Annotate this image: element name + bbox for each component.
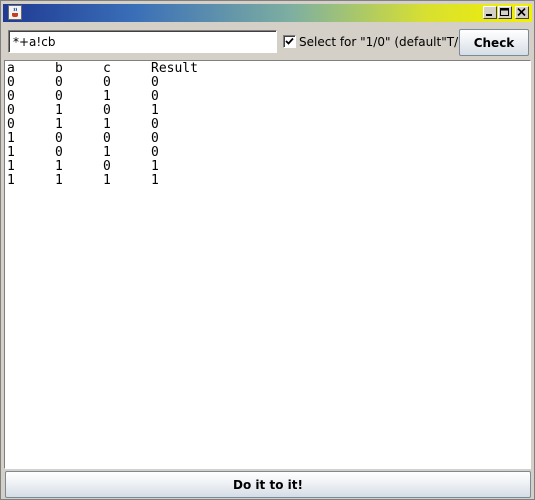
cell-result: 0 bbox=[151, 145, 159, 160]
cell-a: 1 bbox=[7, 131, 15, 146]
table-row: 0 0 0 0 bbox=[7, 76, 198, 90]
header-a: a bbox=[7, 61, 15, 76]
cell-a: 0 bbox=[7, 75, 15, 90]
table-row: 1 0 1 0 bbox=[7, 146, 198, 160]
cell-c: 0 bbox=[103, 159, 111, 174]
checkmark-icon bbox=[285, 37, 294, 45]
maximize-icon bbox=[500, 8, 509, 16]
cell-c: 1 bbox=[103, 145, 111, 160]
cell-c: 0 bbox=[103, 75, 111, 90]
cell-result: 0 bbox=[151, 89, 159, 104]
table-row: 1 1 0 1 bbox=[7, 160, 198, 174]
cell-c: 1 bbox=[103, 173, 111, 188]
cell-c: 0 bbox=[103, 131, 111, 146]
cell-b: 0 bbox=[55, 75, 63, 90]
close-icon bbox=[517, 8, 526, 17]
cell-a: 0 bbox=[7, 117, 15, 132]
cell-b: 1 bbox=[55, 103, 63, 118]
format-checkbox[interactable] bbox=[283, 35, 296, 48]
cell-a: 1 bbox=[7, 159, 15, 174]
cell-b: 0 bbox=[55, 145, 63, 160]
cell-b: 0 bbox=[55, 131, 63, 146]
cell-result: 1 bbox=[151, 103, 159, 118]
cell-a: 1 bbox=[7, 145, 15, 160]
cell-b: 1 bbox=[55, 173, 63, 188]
header-result: Result bbox=[151, 61, 198, 76]
table-row: 1 0 0 0 bbox=[7, 132, 198, 146]
table-row: 1 1 1 1 bbox=[7, 174, 198, 188]
cell-a: 1 bbox=[7, 173, 15, 188]
truth-table: a b c Result 0000 0010 0101 0110 1000 1010 … bbox=[7, 62, 198, 188]
header-b: b bbox=[55, 61, 63, 76]
minimize-button[interactable] bbox=[483, 6, 497, 19]
cell-result: 1 bbox=[151, 173, 159, 188]
cell-result: 0 bbox=[151, 131, 159, 146]
cell-c: 1 bbox=[103, 89, 111, 104]
cell-b: 1 bbox=[55, 159, 63, 174]
title-bar[interactable] bbox=[3, 4, 532, 22]
cell-a: 0 bbox=[7, 103, 15, 118]
table-row: 0 0 1 0 bbox=[7, 90, 198, 104]
cell-result: 1 bbox=[151, 159, 159, 174]
minimize-icon bbox=[486, 14, 492, 16]
cell-c: 1 bbox=[103, 117, 111, 132]
cell-result: 0 bbox=[151, 117, 159, 132]
maximize-button[interactable] bbox=[498, 6, 512, 19]
cell-result: 0 bbox=[151, 75, 159, 90]
header-c: c bbox=[103, 61, 111, 76]
cell-b: 0 bbox=[55, 89, 63, 104]
app-window: Select for "1/0" (default"T/F") Check a b… bbox=[0, 0, 535, 500]
table-row: 0 1 1 0 bbox=[7, 118, 198, 132]
close-button[interactable] bbox=[515, 6, 529, 19]
cell-c: 0 bbox=[103, 103, 111, 118]
format-checkbox-label[interactable]: Select for "1/0" (default"T/F") bbox=[299, 35, 475, 49]
truth-table-header: a b c Result bbox=[7, 62, 198, 76]
java-cup-icon[interactable] bbox=[8, 5, 22, 20]
table-row: 0 1 0 1 bbox=[7, 104, 198, 118]
result-text-area[interactable]: a b c Result 0000 0010 0101 0110 1000 1010 … bbox=[4, 60, 531, 469]
expression-input[interactable] bbox=[8, 30, 277, 53]
cell-b: 1 bbox=[55, 117, 63, 132]
check-button[interactable]: Check bbox=[459, 29, 529, 56]
do-it-button[interactable]: Do it to it! bbox=[5, 471, 531, 498]
cell-a: 0 bbox=[7, 89, 15, 104]
